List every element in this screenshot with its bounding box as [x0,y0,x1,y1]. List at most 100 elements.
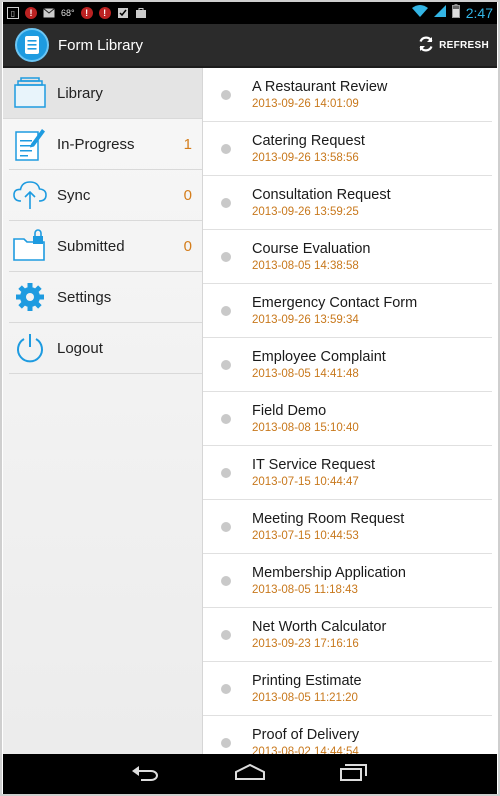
sidebar-item-settings[interactable]: Settings [9,272,202,323]
home-button[interactable] [230,760,270,788]
status-dot [221,144,231,154]
status-dot [221,90,231,100]
library-icon [11,74,49,112]
status-dot [221,630,231,640]
form-date: 2013-08-02 14:44:54 [252,746,359,754]
list-item[interactable]: Proof of Delivery 2013-08-02 14:44:54 [203,716,492,754]
status-dot [221,360,231,370]
form-title: A Restaurant Review [252,79,388,95]
form-date: 2013-09-26 13:58:56 [252,152,359,164]
phone-icon: ▯ [7,7,19,19]
in-progress-count: 1 [183,135,192,153]
sidebar-item-label: Settings [57,288,112,306]
navigation-bar [3,754,497,794]
status-dot [221,468,231,478]
form-title: Membership Application [252,565,406,581]
form-date: 2013-07-15 10:44:53 [252,530,359,542]
list-item[interactable]: Course Evaluation 2013-08-05 14:38:58 [203,230,492,284]
form-title: IT Service Request [252,457,376,473]
warning-icon: ! [98,7,111,19]
cloud-sync-icon [11,176,49,214]
home-icon [234,763,266,786]
sidebar-item-label: Logout [57,339,103,357]
sidebar-item-library[interactable]: Library [3,68,202,119]
list-item[interactable]: Membership Application 2013-08-05 11:18:4… [203,554,492,608]
list-item[interactable]: Emergency Contact Form 2013-09-26 13:59:3… [203,284,492,338]
form-title: Field Demo [252,403,327,419]
edit-document-icon [11,125,49,163]
form-date: 2013-07-15 10:44:47 [252,476,359,488]
list-item[interactable]: A Restaurant Review 2013-09-26 14:01:09 [203,68,492,122]
form-date: 2013-08-05 11:21:20 [252,692,358,704]
form-date: 2013-08-08 15:10:40 [252,422,359,434]
status-dot [221,414,231,424]
action-bar: Form Library REFRESH [3,24,497,68]
back-icon [131,763,161,786]
gmail-icon [43,7,55,19]
list-item[interactable]: Meeting Room Request 2013-07-15 10:44:53 [203,500,492,554]
list-item[interactable]: Printing Estimate 2013-08-05 11:21:20 [203,662,492,716]
sidebar-item-label: Submitted [57,237,125,255]
form-title: Printing Estimate [252,673,362,689]
list-item[interactable]: IT Service Request 2013-07-15 10:44:47 [203,446,492,500]
form-date: 2013-09-26 13:59:25 [252,206,359,218]
status-dot [221,306,231,316]
submitted-count: 0 [183,237,192,255]
list-item[interactable]: Catering Request 2013-09-26 13:58:56 [203,122,492,176]
list-item[interactable]: Field Demo 2013-08-08 15:10:40 [203,392,492,446]
back-button[interactable] [126,760,166,788]
sidebar-item-label: Library [57,84,103,102]
sidebar-item-logout[interactable]: Logout [9,323,202,374]
sidebar-item-label: In-Progress [57,135,135,153]
form-library-logo-icon[interactable] [15,28,49,62]
recent-apps-button[interactable] [334,760,374,788]
form-title: Meeting Room Request [252,511,405,527]
temperature-text: 68° [61,8,75,18]
bag-icon [135,7,147,19]
warning-icon: ! [80,7,93,19]
sidebar-item-in-progress[interactable]: In-Progress 1 [9,119,202,170]
warning-icon: ! [25,7,37,19]
form-list: A Restaurant Review 2013-09-26 14:01:09 C… [203,68,497,754]
form-date: 2013-08-05 14:41:48 [252,368,359,380]
form-date: 2013-08-05 14:38:58 [252,260,359,272]
status-bar: ▯ ! 68° ! ! 2:47 [3,2,497,24]
form-date: 2013-09-23 17:16:16 [252,638,359,650]
sync-count: 0 [183,186,192,204]
system-icons: 2:47 [411,3,493,23]
sidebar: Library In-Progress 1 Sync 0 Submitted 0… [3,68,203,754]
gear-icon [11,278,49,316]
form-date: 2013-08-05 11:18:43 [252,584,358,596]
form-title: Proof of Delivery [252,727,360,743]
status-dot [221,738,231,748]
refresh-label: REFRESH [439,39,489,51]
form-date: 2013-09-26 13:59:34 [252,314,359,326]
list-item[interactable]: Consultation Request 2013-09-26 13:59:25 [203,176,492,230]
locked-folder-icon [11,227,49,265]
status-dot [221,576,231,586]
form-title: Employee Complaint [252,349,386,365]
list-item[interactable]: Net Worth Calculator 2013-09-23 17:16:16 [203,608,492,662]
sidebar-item-label: Sync [57,186,91,204]
form-title: Catering Request [252,133,365,149]
check-box-icon [117,7,129,19]
form-title: Emergency Contact Form [252,295,418,311]
status-dot [221,684,231,694]
form-title: Course Evaluation [252,241,371,257]
app-title: Form Library [58,36,144,54]
list-item[interactable]: Employee Complaint 2013-08-05 14:41:48 [203,338,492,392]
form-title: Consultation Request [252,187,391,203]
refresh-button[interactable]: REFRESH [417,35,489,56]
wifi-icon [411,4,428,22]
sidebar-item-submitted[interactable]: Submitted 0 [9,221,202,272]
form-title: Net Worth Calculator [252,619,387,635]
recent-apps-icon [339,763,369,786]
clock-text: 2:47 [465,5,493,21]
sidebar-item-sync[interactable]: Sync 0 [9,170,202,221]
status-dot [221,522,231,532]
status-dot [221,198,231,208]
status-dot [221,252,231,262]
refresh-icon [417,35,435,56]
form-date: 2013-09-26 14:01:09 [252,98,359,110]
signal-icon [433,4,446,22]
